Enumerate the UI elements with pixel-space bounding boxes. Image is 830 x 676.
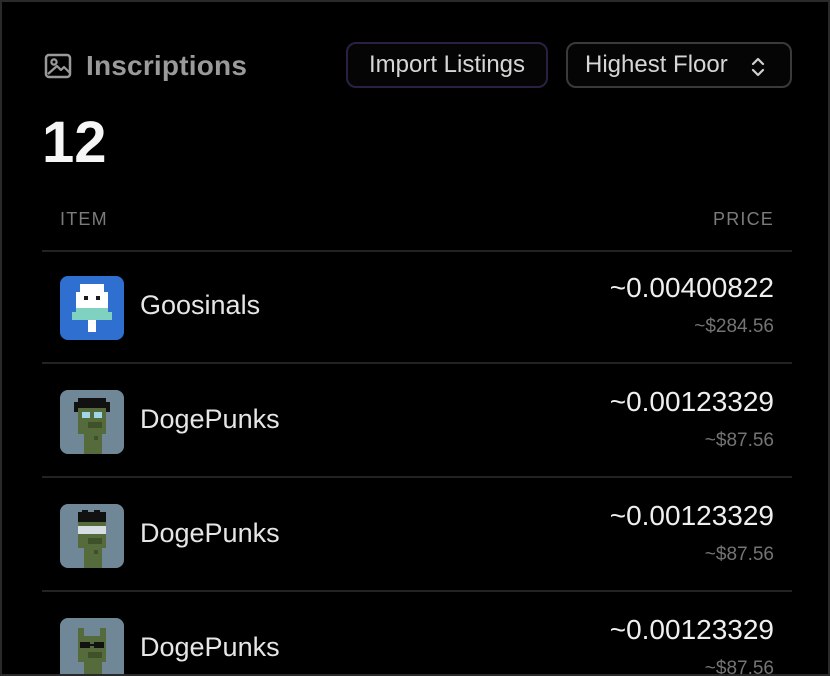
import-listings-button[interactable]: Import Listings [346,42,548,88]
goose-avatar [60,276,124,340]
doge-punk-visor [60,504,124,568]
column-header-price: PRICE [712,209,774,229]
item-price: ~0.00123329 [609,614,774,645]
inscription-count: 12 [42,110,107,175]
doge-punk-shades [60,618,124,674]
panel-header: Inscriptions Import Listings Highest Flo… [42,42,792,92]
item-price: ~0.00400822 [609,272,774,303]
chevron-up-down-icon [751,57,765,77]
doge-punk-thumbnail [60,504,124,568]
table-row[interactable]: DogePunks ~0.00123329 ~$87.56 [42,594,792,676]
column-header-item: ITEM [60,209,108,229]
sort-dropdown[interactable]: Highest Floor [566,42,792,88]
image-icon [44,53,72,79]
goose-avatar-thumbnail [60,276,124,340]
table-header: ITEM PRICE [42,204,792,252]
item-name: DogePunks [140,632,280,662]
sort-label: Highest Floor [585,51,728,78]
table-row[interactable]: DogePunks ~0.00123329 ~$87.56 [42,366,792,478]
inscriptions-panel: Inscriptions Import Listings Highest Flo… [0,0,830,676]
item-price-usd: ~$87.56 [704,544,774,565]
item-price-usd: ~$87.56 [704,430,774,451]
item-name: DogePunks [140,404,280,434]
doge-punk-thumbnail [60,390,124,454]
item-price: ~0.00123329 [609,500,774,531]
doge-punk-headphones [60,390,124,454]
item-price-usd: ~$87.56 [704,658,774,676]
page-title: Inscriptions [86,50,248,81]
title-group: Inscriptions [42,50,247,82]
item-price-usd: ~$284.56 [694,316,774,337]
item-price: ~0.00123329 [609,386,774,417]
item-name: Goosinals [140,290,261,320]
table-row[interactable]: Goosinals ~0.00400822 ~$284.56 [42,252,792,364]
doge-punk-thumbnail [60,618,124,674]
item-name: DogePunks [140,518,280,548]
table-row[interactable]: DogePunks ~0.00123329 ~$87.56 [42,480,792,592]
